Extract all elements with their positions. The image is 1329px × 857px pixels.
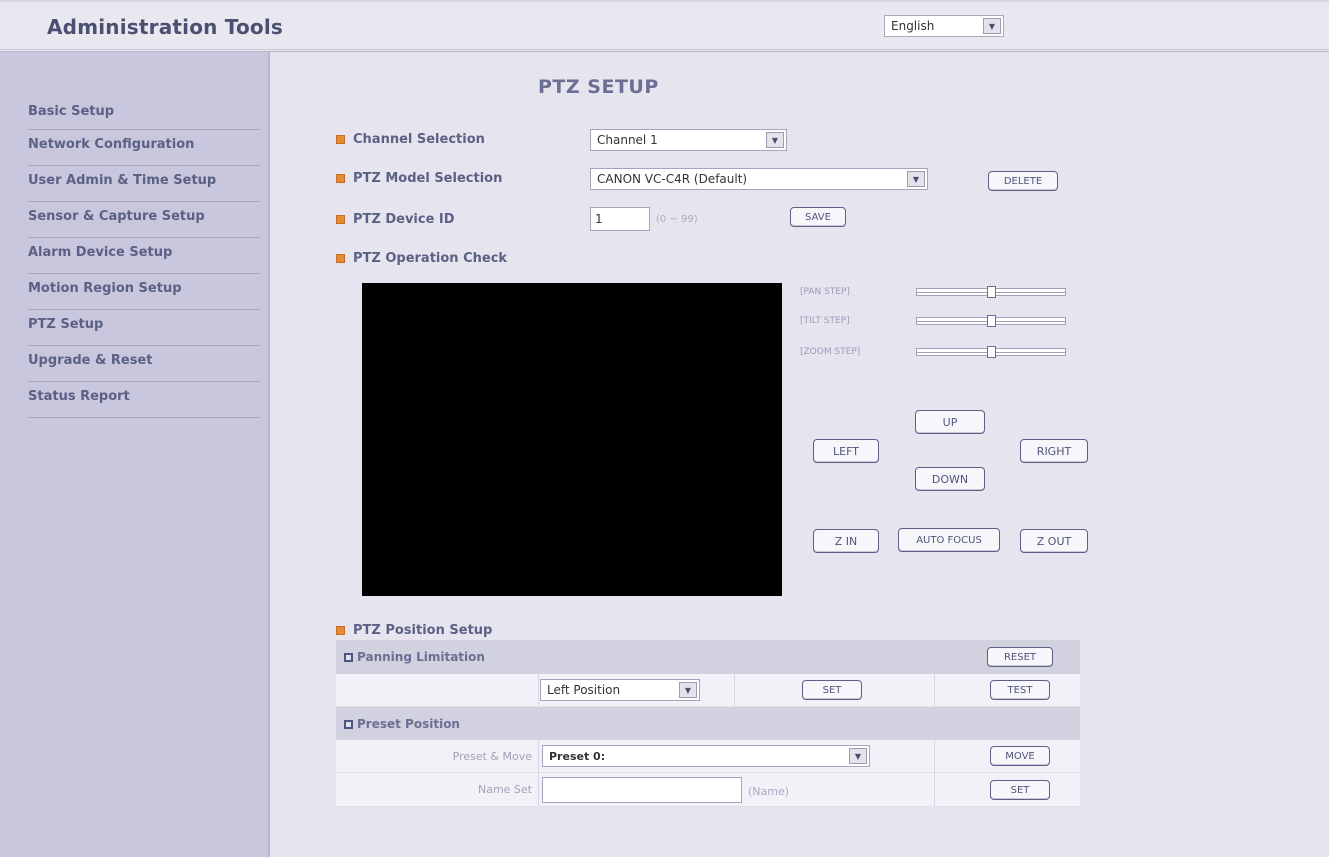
sidebar-menu: Basic Setup Network Configuration User A…	[28, 100, 260, 418]
name-set-label: Name Set	[477, 783, 532, 796]
delete-button[interactable]: DELETE	[988, 171, 1058, 191]
operation-check-label: PTZ Operation Check	[353, 251, 508, 266]
channel-select[interactable]: Channel 1 ▼	[590, 129, 787, 151]
device-id-hint: (0 ~ 99)	[656, 214, 698, 225]
chevron-down-icon[interactable]: ▼	[907, 171, 925, 187]
left-button[interactable]: LEFT	[813, 439, 879, 463]
name-set-button[interactable]: SET	[990, 780, 1050, 800]
preset-select[interactable]: Preset 0: ▼	[542, 745, 870, 767]
panning-title: Panning Limitation	[344, 650, 485, 664]
sidebar-item-sensor-capture-setup[interactable]: Sensor & Capture Setup	[28, 202, 260, 238]
zoom-out-button[interactable]: Z OUT	[1020, 529, 1088, 553]
page-title: PTZ SETUP	[538, 76, 659, 98]
device-id-label: PTZ Device ID	[353, 212, 455, 227]
preset-header-row: Preset Position	[336, 707, 1080, 740]
sidebar: Basic Setup Network Configuration User A…	[0, 52, 270, 857]
tilt-step-label: [TILT STEP]	[800, 316, 850, 326]
name-input[interactable]	[542, 777, 742, 803]
bullet-icon	[336, 215, 345, 224]
position-setup-label: PTZ Position Setup	[353, 623, 493, 638]
panning-title-text: Panning Limitation	[357, 650, 485, 664]
channel-select-value: Channel 1	[597, 133, 658, 147]
pan-position-value: Left Position	[547, 683, 621, 697]
panning-body-row: Left Position ▼ SET TEST	[336, 674, 1080, 707]
sidebar-item-user-admin-time-setup[interactable]: User Admin & Time Setup	[28, 166, 260, 202]
chevron-down-icon[interactable]: ▼	[766, 132, 784, 148]
channel-selection-label: Channel Selection	[353, 132, 485, 147]
name-set-row: Name Set (Name) SET	[336, 773, 1080, 807]
model-select[interactable]: CANON VC-C4R (Default) ▼	[590, 168, 928, 190]
bullet-icon	[336, 626, 345, 635]
header-bar: Administration Tools English ▼	[0, 0, 1329, 52]
zoom-step-label: [ZOOM STEP]	[800, 347, 861, 357]
sidebar-item-motion-region-setup[interactable]: Motion Region Setup	[28, 274, 260, 310]
main-content: PTZ SETUP Channel Selection Channel 1 ▼ …	[270, 52, 1329, 857]
auto-focus-button[interactable]: AUTO FOCUS	[898, 528, 1000, 552]
sidebar-item-alarm-device-setup[interactable]: Alarm Device Setup	[28, 238, 260, 274]
model-select-value: CANON VC-C4R (Default)	[597, 172, 748, 186]
model-selection-row: PTZ Model Selection	[336, 171, 502, 186]
device-id-row: PTZ Device ID	[336, 212, 455, 227]
preset-move-label: Preset & Move	[452, 750, 532, 763]
sidebar-item-ptz-setup[interactable]: PTZ Setup	[28, 310, 260, 346]
bullet-icon	[336, 135, 345, 144]
down-button[interactable]: DOWN	[915, 467, 985, 491]
sidebar-item-upgrade-reset[interactable]: Upgrade & Reset	[28, 346, 260, 382]
up-button[interactable]: UP	[915, 410, 985, 434]
save-button[interactable]: SAVE	[790, 207, 846, 227]
bullet-icon	[336, 254, 345, 263]
tilt-step-thumb[interactable]	[987, 315, 996, 327]
pan-set-button[interactable]: SET	[802, 680, 862, 700]
chevron-down-icon[interactable]: ▼	[679, 682, 697, 698]
preset-move-row: Preset & Move Preset 0: ▼ MOVE	[336, 740, 1080, 773]
operation-check-row: PTZ Operation Check	[336, 251, 507, 266]
tilt-step-slider[interactable]	[916, 315, 1066, 327]
sidebar-item-status-report[interactable]: Status Report	[28, 382, 260, 418]
square-icon	[344, 652, 353, 662]
square-icon	[344, 719, 353, 729]
preset-title-text: Preset Position	[357, 717, 460, 731]
move-button[interactable]: MOVE	[990, 746, 1050, 766]
preset-select-value: Preset 0:	[549, 749, 606, 763]
reset-button[interactable]: RESET	[987, 647, 1053, 667]
name-hint: (Name)	[748, 785, 790, 798]
video-preview	[362, 283, 782, 596]
sidebar-item-basic-setup[interactable]: Basic Setup	[28, 100, 260, 130]
device-id-input[interactable]: 1	[590, 207, 650, 231]
model-selection-label: PTZ Model Selection	[353, 171, 503, 186]
zoom-step-slider[interactable]	[916, 346, 1066, 358]
test-button[interactable]: TEST	[990, 680, 1050, 700]
channel-selection-row: Channel Selection	[336, 132, 485, 147]
pan-step-thumb[interactable]	[987, 286, 996, 298]
zoom-step-thumb[interactable]	[987, 346, 996, 358]
language-select-value: English	[891, 19, 935, 33]
position-setup-row: PTZ Position Setup	[336, 623, 492, 638]
language-select[interactable]: English ▼	[884, 15, 1004, 37]
preset-title: Preset Position	[344, 717, 460, 731]
sidebar-item-network-configuration[interactable]: Network Configuration	[28, 130, 260, 166]
pan-step-label: [PAN STEP]	[800, 287, 850, 297]
pan-position-select[interactable]: Left Position ▼	[540, 679, 700, 701]
app-title: Administration Tools	[47, 15, 283, 39]
right-button[interactable]: RIGHT	[1020, 439, 1088, 463]
chevron-down-icon[interactable]: ▼	[849, 748, 867, 764]
pan-step-slider[interactable]	[916, 286, 1066, 298]
chevron-down-icon[interactable]: ▼	[983, 18, 1001, 34]
panning-header-row: Panning Limitation RESET	[336, 640, 1080, 674]
zoom-in-button[interactable]: Z IN	[813, 529, 879, 553]
bullet-icon	[336, 174, 345, 183]
